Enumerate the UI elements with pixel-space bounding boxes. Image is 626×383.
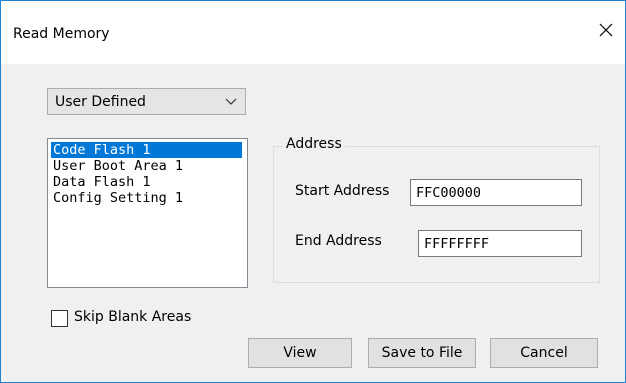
list-item[interactable]: Code Flash 1 <box>51 142 242 158</box>
start-address-value: FFC00000 <box>416 185 482 201</box>
save-to-file-button[interactable]: Save to File <box>368 338 476 368</box>
chevron-down-icon <box>225 98 237 105</box>
address-group <box>273 146 600 283</box>
close-button[interactable] <box>591 15 621 45</box>
skip-blank-label[interactable]: Skip Blank Areas <box>74 309 191 325</box>
read-memory-dialog: Read Memory User Defined Code Flash 1 Us… <box>0 0 626 383</box>
cancel-button[interactable]: Cancel <box>490 338 598 368</box>
list-item[interactable]: Config Setting 1 <box>51 190 183 206</box>
skip-blank-checkbox[interactable] <box>51 310 68 327</box>
memory-area-listbox[interactable]: Code Flash 1 User Boot Area 1 Data Flash… <box>47 138 248 288</box>
window-title: Read Memory <box>13 26 110 42</box>
start-address-label: Start Address <box>295 183 390 199</box>
end-address-value: FFFFFFFF <box>424 236 490 252</box>
address-group-label: Address <box>283 136 345 152</box>
end-address-input[interactable]: FFFFFFFF <box>418 230 582 257</box>
dropdown-value: User Defined <box>55 94 146 110</box>
list-item[interactable]: Data Flash 1 <box>51 174 151 190</box>
view-button[interactable]: View <box>248 338 352 368</box>
end-address-label: End Address <box>295 233 382 249</box>
close-icon <box>599 23 613 37</box>
start-address-input[interactable]: FFC00000 <box>410 179 582 206</box>
area-type-dropdown[interactable]: User Defined <box>47 88 246 115</box>
title-bar: Read Memory <box>1 1 625 64</box>
list-item[interactable]: User Boot Area 1 <box>51 158 183 174</box>
